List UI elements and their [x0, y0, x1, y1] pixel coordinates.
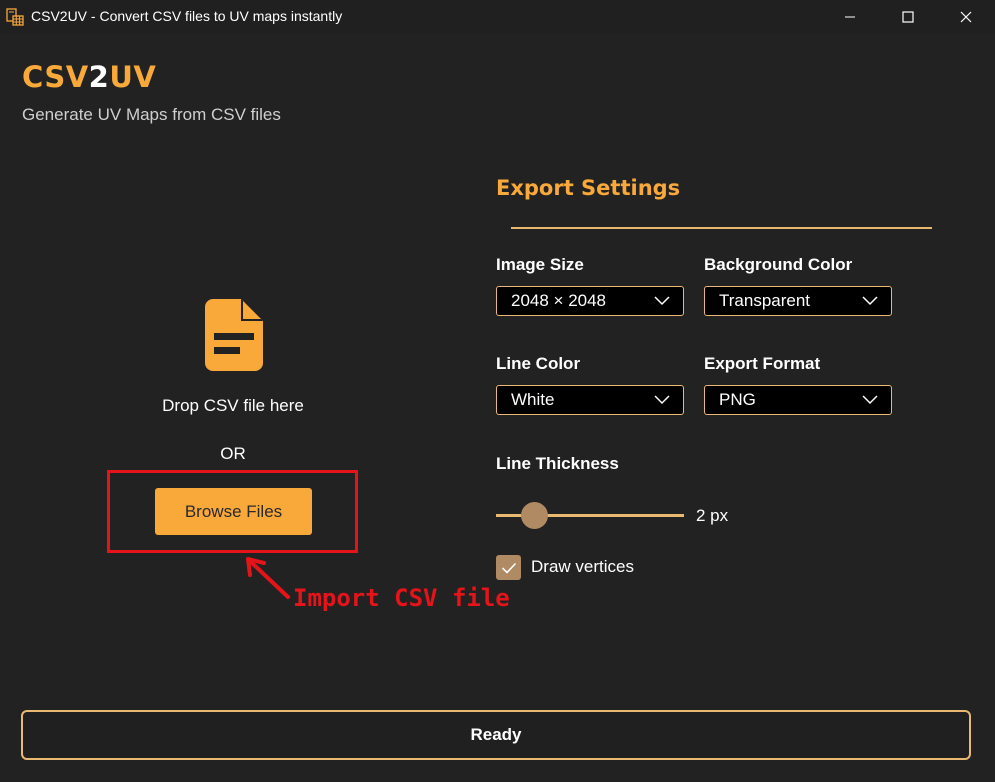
chevron-down-icon: [654, 395, 670, 405]
annotation-arrow-icon: [246, 557, 290, 599]
annotation-highlight-box: [107, 470, 358, 553]
draw-vertices-checkbox[interactable]: [496, 555, 521, 580]
section-divider: [511, 227, 932, 229]
window-title: CSV2UV - Convert CSV files to UV maps in…: [31, 8, 343, 24]
close-button[interactable]: [937, 0, 995, 34]
line-thickness-label: Line Thickness: [496, 454, 619, 473]
brand-part-csv: CSV: [22, 60, 89, 94]
minimize-button[interactable]: [821, 0, 879, 34]
or-separator: OR: [220, 444, 246, 463]
drop-instructions: Drop CSV file here: [162, 396, 304, 415]
chevron-down-icon: [862, 296, 878, 306]
draw-vertices-label: Draw vertices: [531, 557, 634, 576]
image-size-label: Image Size: [496, 255, 584, 274]
line-color-select[interactable]: White: [496, 385, 684, 415]
status-bar: Ready: [21, 710, 971, 760]
close-icon: [960, 11, 972, 23]
export-format-select[interactable]: PNG: [704, 385, 892, 415]
maximize-button[interactable]: [879, 0, 937, 34]
app-icon: [6, 8, 24, 26]
checkmark-icon: [501, 562, 516, 574]
line-color-label: Line Color: [496, 354, 581, 373]
status-text: Ready: [470, 725, 522, 744]
maximize-icon: [902, 11, 914, 23]
line-thickness-value: 2 px: [696, 506, 729, 525]
background-color-value: Transparent: [719, 291, 811, 310]
image-size-select[interactable]: 2048 × 2048: [496, 286, 684, 316]
background-color-label: Background Color: [704, 255, 853, 274]
chevron-down-icon: [862, 395, 878, 405]
title-bar: CSV2UV - Convert CSV files to UV maps in…: [0, 0, 995, 34]
background-color-select[interactable]: Transparent: [704, 286, 892, 316]
minimize-icon: [845, 16, 855, 18]
app-logo-title: CSV2UV: [22, 60, 156, 94]
app-subtitle: Generate UV Maps from CSV files: [22, 105, 281, 124]
brand-part-uv: UV: [109, 60, 157, 94]
line-thickness-slider-thumb[interactable]: [521, 502, 549, 529]
chevron-down-icon: [654, 296, 670, 306]
export-format-value: PNG: [719, 390, 756, 409]
export-settings-title: Export Settings: [496, 176, 681, 200]
annotation-label: Import CSV file: [293, 584, 510, 612]
file-document-icon: [205, 299, 263, 371]
export-format-label: Export Format: [704, 354, 821, 373]
image-size-value: 2048 × 2048: [511, 291, 607, 310]
line-color-value: White: [511, 390, 555, 409]
brand-part-2: 2: [88, 60, 110, 94]
